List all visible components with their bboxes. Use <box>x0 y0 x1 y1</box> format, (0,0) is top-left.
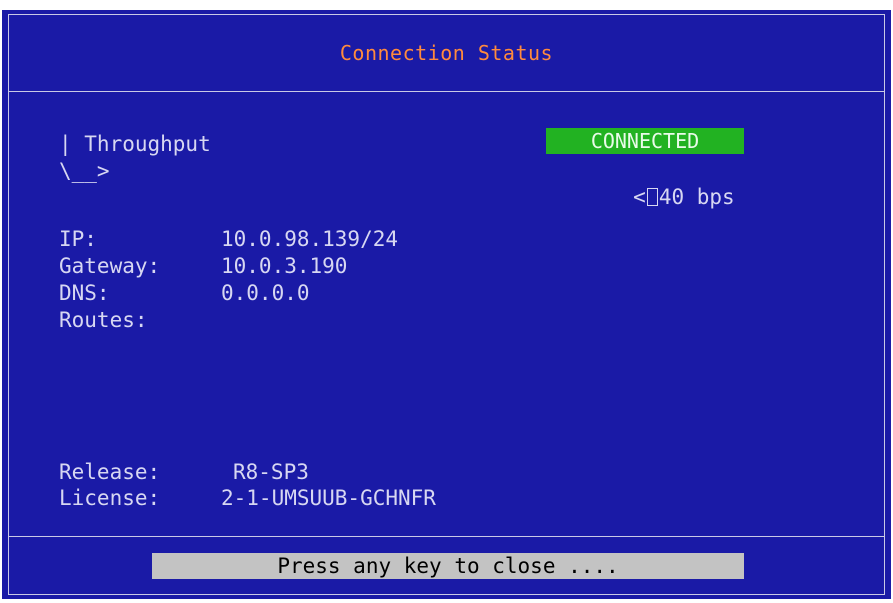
release-value: R8-SP3 <box>233 460 309 484</box>
dialog-title: Connection Status <box>339 41 554 65</box>
license-label: License: <box>59 486 161 510</box>
gateway-label: Gateway: <box>59 254 161 278</box>
close-button[interactable]: Press any key to close .... <box>152 553 744 579</box>
footer-divider <box>9 536 884 537</box>
dns-value: 0.0.0.0 <box>221 281 310 305</box>
ip-label: IP: <box>59 227 97 251</box>
throughput-axis: \__> <box>59 159 110 183</box>
screen: Connection Status | Throughput \__> CONN… <box>0 0 893 603</box>
release-label: Release: <box>59 460 161 484</box>
cursor-box-icon <box>646 188 658 206</box>
rate-prefix: < <box>633 185 646 209</box>
routes-label: Routes: <box>59 308 148 332</box>
ip-value: 10.0.98.139/24 <box>221 227 399 251</box>
connected-badge: CONNECTED <box>546 128 744 154</box>
connection-status-dialog: Connection Status | Throughput \__> CONN… <box>2 10 891 599</box>
title-bar: Connection Status <box>9 15 884 92</box>
dns-label: DNS: <box>59 281 110 305</box>
dialog-frame: Connection Status | Throughput \__> CONN… <box>8 14 885 595</box>
throughput-label: | Throughput <box>59 132 211 156</box>
rate-value: 40 bps <box>658 185 735 209</box>
throughput-rate: <40 bps <box>532 158 735 236</box>
gateway-value: 10.0.3.190 <box>221 254 348 278</box>
license-value: 2-1-UMSUUB-GCHNFR <box>221 486 436 510</box>
